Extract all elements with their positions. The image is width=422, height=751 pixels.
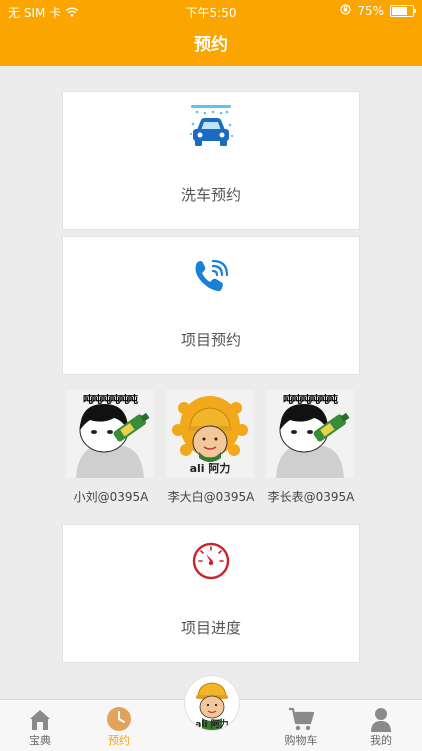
car-wash-label: 洗车预约 — [180, 186, 241, 204]
meme-avatar: 吨吨吨吨吨吨 — [266, 390, 354, 478]
staff-name: 李大白@0395A — [167, 490, 255, 504]
tab-cart-label: 购物车 — [284, 734, 318, 747]
house-icon — [5, 702, 75, 732]
cart-icon — [266, 702, 336, 732]
project-progress-card[interactable]: 项目进度 — [62, 524, 360, 663]
person-icon — [346, 702, 416, 732]
tab-cart[interactable]: 购物车 — [266, 702, 336, 748]
tab-mine-label: 我的 — [370, 734, 392, 747]
meme-avatar: 吨吨吨吨吨吨 — [66, 390, 154, 478]
phone-call-icon — [63, 257, 359, 295]
project-booking-card[interactable]: 项目预约 — [62, 236, 360, 375]
tab-booking-label: 预约 — [108, 734, 130, 747]
project-progress-label: 项目进度 — [180, 619, 241, 637]
center-tab-avatar[interactable]: ali 阿力 — [184, 675, 240, 731]
gauge-icon — [63, 541, 359, 581]
staff-item[interactable]: ali 阿力 李大白@0395A — [166, 390, 256, 505]
page-title: 预约 — [194, 35, 228, 55]
battery-icon — [390, 5, 416, 17]
car-wash-card[interactable]: 洗车预约 — [62, 91, 360, 230]
car-wash-icon — [63, 102, 359, 154]
staff-item[interactable]: 吨吨吨吨吨吨 小刘@0395A — [66, 390, 156, 505]
tab-home[interactable]: 宝典 — [5, 702, 75, 748]
battery-text: 75% — [357, 4, 384, 18]
staff-name: 李长表@0395A — [267, 490, 355, 504]
staff-list: 吨吨吨吨吨吨 小刘@0395A ali 阿力 李大白@0395A 吨吨吨吨吨吨 … — [66, 390, 356, 510]
tab-mine[interactable]: 我的 — [346, 702, 416, 748]
center-logo-text: ali 阿力 — [195, 720, 229, 730]
worker-avatar: ali 阿力 — [166, 390, 254, 478]
staff-name: 小刘@0395A — [73, 490, 149, 504]
tab-home-label: 宝典 — [29, 734, 51, 747]
clock-icon — [84, 702, 154, 732]
tab-booking[interactable]: 预约 — [84, 702, 154, 748]
rotation-lock-icon — [340, 4, 351, 18]
status-bar: 无 SIM 卡 下午5:50 75% — [0, 0, 422, 22]
staff-item[interactable]: 吨吨吨吨吨吨 李长表@0395A — [266, 390, 356, 505]
project-booking-label: 项目预约 — [180, 331, 241, 349]
ali-logo: ali 阿力 — [189, 462, 231, 475]
header: 无 SIM 卡 下午5:50 75% 预约 — [0, 0, 422, 66]
